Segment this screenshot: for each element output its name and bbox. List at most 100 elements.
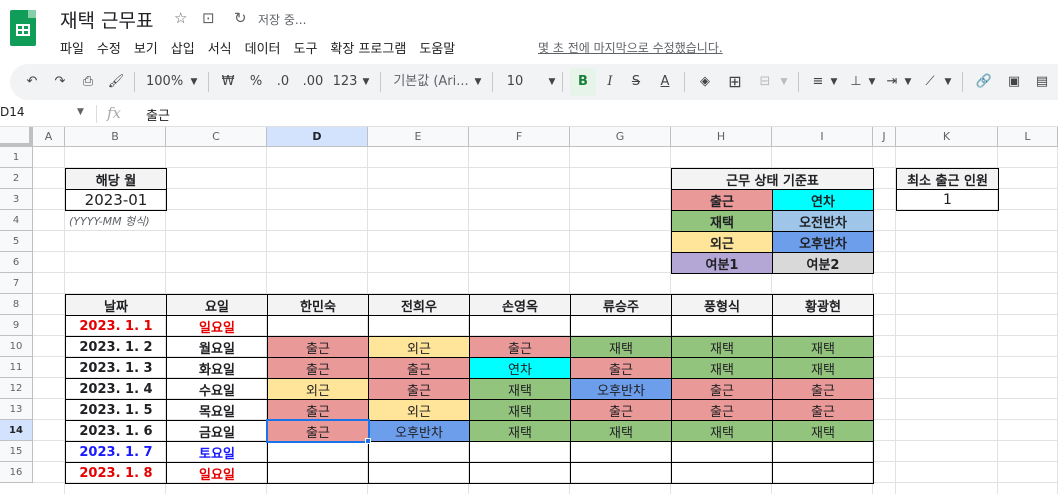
paint-format-icon[interactable]: 🖌 <box>106 64 126 100</box>
schedule-cell[interactable] <box>570 462 672 484</box>
schedule-cell[interactable]: 재택 <box>671 357 773 379</box>
bold-button[interactable]: B <box>570 68 596 96</box>
column-header-h[interactable]: H <box>671 127 772 147</box>
document-title[interactable]: 재택 근무표 <box>60 6 153 33</box>
schedule-cell[interactable] <box>671 315 773 337</box>
schedule-cell[interactable]: 오후반차 <box>368 420 470 442</box>
decrease-decimal-button[interactable]: .0 <box>272 64 294 100</box>
text-wrap-icon[interactable]: ⇥ <box>882 64 902 100</box>
weekday-cell[interactable]: 일요일 <box>166 462 268 484</box>
undo-icon[interactable]: ↶ <box>22 64 42 100</box>
date-cell[interactable]: 2023. 1. 6 <box>65 420 167 442</box>
schedule-cell[interactable] <box>469 315 571 337</box>
schedule-cell[interactable]: 외근 <box>368 336 470 358</box>
schedule-cell[interactable] <box>469 462 571 484</box>
schedule-cell[interactable]: 재택 <box>772 420 874 442</box>
row-header-6[interactable]: 6 <box>0 252 33 273</box>
schedule-cell[interactable] <box>772 462 874 484</box>
spreadsheet-grid[interactable]: A B C D E F G H I J K L 1 2 3 4 5 6 7 8 9 10 11 12 13 14 15 16 해당 월2… <box>0 127 1058 494</box>
last-edit-link[interactable]: 몇 초 전에 마지막으로 수정했습니다. <box>538 39 723 56</box>
zoom-select[interactable]: 100% <box>146 64 183 100</box>
formula-input[interactable]: 출근 <box>146 105 170 124</box>
schedule-cell[interactable]: 오후반차 <box>570 378 672 400</box>
schedule-cell[interactable] <box>267 462 369 484</box>
schedule-cell[interactable]: 재택 <box>469 420 571 442</box>
column-header-k[interactable]: K <box>896 127 998 147</box>
italic-button[interactable]: I <box>600 64 620 100</box>
insert-link-icon[interactable]: 🔗 <box>972 64 996 100</box>
min-staff-input[interactable]: 1 <box>896 189 999 211</box>
weekday-cell[interactable]: 일요일 <box>166 315 268 337</box>
column-header-e[interactable]: E <box>368 127 469 147</box>
column-header-b[interactable]: B <box>65 127 166 147</box>
menu-insert[interactable]: 삽입 <box>171 38 195 57</box>
weekday-cell[interactable]: 수요일 <box>166 378 268 400</box>
schedule-cell[interactable]: 외근 <box>368 399 470 421</box>
weekday-cell[interactable]: 화요일 <box>166 357 268 379</box>
number-format-button[interactable]: 123 <box>330 64 360 100</box>
weekday-cell[interactable]: 월요일 <box>166 336 268 358</box>
sheets-logo-icon[interactable] <box>10 10 36 46</box>
column-header-j[interactable]: J <box>873 127 896 147</box>
column-header-a[interactable]: A <box>33 127 65 147</box>
schedule-cell[interactable]: 출근 <box>469 336 571 358</box>
schedule-cell[interactable]: 외근 <box>267 378 369 400</box>
schedule-cell[interactable]: 연차 <box>469 357 571 379</box>
fill-color-icon[interactable]: ◈ <box>694 64 716 100</box>
schedule-cell[interactable]: 출근 <box>772 378 874 400</box>
insert-chart-icon[interactable]: ▤ <box>1030 64 1054 100</box>
date-cell[interactable]: 2023. 1. 3 <box>65 357 167 379</box>
chevron-down-icon[interactable]: ▼ <box>360 64 372 100</box>
vertical-align-icon[interactable]: ⊥ <box>846 64 866 100</box>
chevron-down-icon[interactable]: ▼ <box>942 64 954 100</box>
chevron-down-icon[interactable]: ▼ <box>77 107 84 117</box>
row-header-15[interactable]: 15 <box>0 441 33 462</box>
schedule-cell[interactable]: 출근 <box>368 357 470 379</box>
star-icon[interactable]: ☆ <box>174 9 187 27</box>
menu-format[interactable]: 서식 <box>208 38 232 57</box>
column-header-i[interactable]: I <box>772 127 873 147</box>
row-header-12[interactable]: 12 <box>0 378 33 399</box>
text-color-button[interactable]: A <box>654 64 676 100</box>
chevron-down-icon[interactable]: ▼ <box>472 64 484 100</box>
schedule-cell[interactable]: 출근 <box>671 378 773 400</box>
schedule-cell[interactable]: 재택 <box>772 336 874 358</box>
row-header-1[interactable]: 1 <box>0 147 33 168</box>
menu-edit[interactable]: 수정 <box>97 38 121 57</box>
row-header-8[interactable]: 8 <box>0 294 33 315</box>
select-all-corner[interactable] <box>0 127 33 147</box>
redo-icon[interactable]: ↷ <box>50 64 70 100</box>
increase-decimal-button[interactable]: .00 <box>298 64 328 100</box>
currency-format-button[interactable]: ₩ <box>218 64 238 100</box>
row-header-5[interactable]: 5 <box>0 231 33 252</box>
row-header-9[interactable]: 9 <box>0 315 33 336</box>
date-cell[interactable]: 2023. 1. 8 <box>65 462 167 484</box>
schedule-cell[interactable] <box>671 441 773 463</box>
row-header-10[interactable]: 10 <box>0 336 33 357</box>
menu-tools[interactable]: 도구 <box>294 38 318 57</box>
row-header-2[interactable]: 2 <box>0 168 33 189</box>
chevron-down-icon[interactable]: ▼ <box>188 64 200 100</box>
weekday-cell[interactable]: 금요일 <box>166 420 268 442</box>
row-header-11[interactable]: 11 <box>0 357 33 378</box>
merge-cells-icon[interactable]: ⊟ <box>754 64 776 100</box>
font-family-select[interactable]: 기본값 (Ari... <box>390 64 472 100</box>
schedule-cell[interactable]: 출근 <box>267 336 369 358</box>
schedule-cell[interactable]: 출근 <box>368 378 470 400</box>
date-cell[interactable]: 2023. 1. 4 <box>65 378 167 400</box>
schedule-cell[interactable] <box>368 462 470 484</box>
schedule-cell[interactable]: 재택 <box>671 336 773 358</box>
schedule-cell[interactable] <box>368 315 470 337</box>
menu-data[interactable]: 데이터 <box>245 38 281 57</box>
menu-help[interactable]: 도움말 <box>419 38 455 57</box>
schedule-cell[interactable]: 재택 <box>772 357 874 379</box>
schedule-cell[interactable]: 출근 <box>772 399 874 421</box>
schedule-cell[interactable]: 재택 <box>671 420 773 442</box>
schedule-cell[interactable]: 출근 <box>570 357 672 379</box>
chevron-down-icon[interactable]: ▼ <box>902 64 914 100</box>
schedule-cell[interactable] <box>267 315 369 337</box>
menu-view[interactable]: 보기 <box>134 38 158 57</box>
schedule-cell[interactable] <box>772 315 874 337</box>
column-header-d[interactable]: D <box>267 127 368 147</box>
schedule-cell[interactable]: 재택 <box>469 378 571 400</box>
